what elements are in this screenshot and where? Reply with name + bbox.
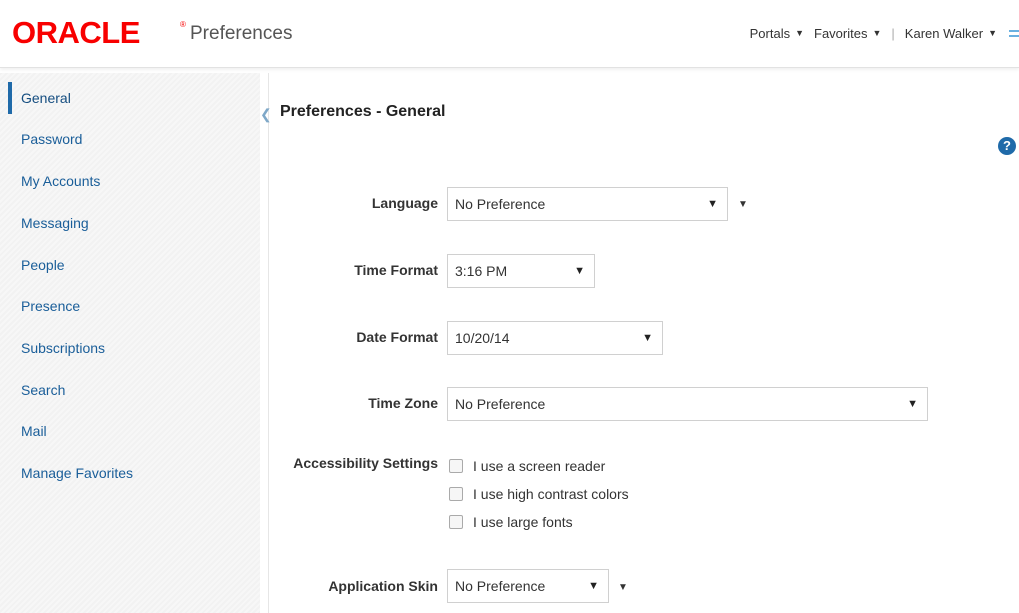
- dropdown-arrow-icon: ▼: [642, 332, 653, 344]
- accessibility-label: Accessibility Settings: [293, 455, 438, 471]
- sidebar-item-messaging[interactable]: Messaging: [0, 209, 260, 237]
- application-skin-select[interactable]: No Preference ▼: [447, 569, 609, 603]
- screen-reader-label: I use a screen reader: [473, 458, 606, 474]
- language-select[interactable]: No Preference ▼: [447, 187, 728, 221]
- sidebar-item-mail[interactable]: Mail: [0, 417, 260, 445]
- sidebar-item-general[interactable]: General: [0, 84, 260, 112]
- application-skin-value: No Preference: [455, 578, 546, 594]
- dropdown-arrow-icon: ▼: [707, 198, 718, 210]
- collapse-left-icon[interactable]: ❮: [260, 106, 272, 123]
- time-format-value: 3:16 PM: [455, 263, 508, 279]
- caret-down-icon: ▼: [872, 28, 882, 38]
- portals-label: Portals: [749, 25, 791, 41]
- app-title: Preferences: [190, 23, 293, 44]
- language-label: Language: [371, 195, 438, 211]
- portals-menu[interactable]: Portals ▼: [750, 26, 804, 41]
- time-zone-select[interactable]: No Preference ▼: [447, 387, 928, 421]
- nav-separator: |: [891, 25, 895, 41]
- high-contrast-label: I use high contrast colors: [473, 486, 629, 502]
- caret-down-icon: ▼: [795, 28, 805, 38]
- page-title: Preferences - General: [280, 103, 446, 120]
- sidebar-item-password[interactable]: Password: [0, 125, 260, 153]
- dropdown-arrow-icon: ▼: [588, 580, 599, 592]
- skin-options-caret-icon[interactable]: ▼: [618, 582, 628, 593]
- time-format-select[interactable]: 3:16 PM ▼: [447, 254, 595, 288]
- high-contrast-checkbox[interactable]: [449, 487, 463, 501]
- sidebar-item-search[interactable]: Search: [0, 376, 260, 404]
- registered-mark: ®: [180, 20, 186, 29]
- large-fonts-label: I use large fonts: [473, 514, 573, 530]
- time-zone-label: Time Zone: [368, 395, 438, 411]
- time-zone-value: No Preference: [455, 396, 546, 412]
- sidebar-item-presence[interactable]: Presence: [0, 292, 260, 320]
- sidebar-item-manage-favorites[interactable]: Manage Favorites: [0, 459, 260, 487]
- screen-reader-checkbox[interactable]: [449, 459, 463, 473]
- time-format-label: Time Format: [354, 262, 438, 278]
- oracle-logo: ORACLE: [12, 15, 140, 50]
- date-format-label: Date Format: [356, 329, 438, 345]
- date-format-value: 10/20/14: [455, 330, 510, 346]
- language-value: No Preference: [455, 196, 546, 212]
- toolbar-icon[interactable]: [1009, 29, 1019, 37]
- large-fonts-option: I use large fonts: [449, 513, 573, 531]
- application-skin-label: Application Skin: [328, 578, 438, 594]
- top-nav: Portals ▼ Favorites ▼ | Karen Walker ▼: [750, 24, 1019, 42]
- user-name-label: Karen Walker: [904, 25, 984, 41]
- sidebar-item-subscriptions[interactable]: Subscriptions: [0, 334, 260, 362]
- dropdown-arrow-icon: ▼: [907, 398, 918, 410]
- caret-down-icon: ▼: [988, 28, 997, 38]
- app-header: ORACLE ® Preferences Portals ▼ Favorites…: [0, 0, 1019, 68]
- favorites-label: Favorites: [814, 25, 868, 41]
- user-menu[interactable]: Karen Walker ▼: [905, 26, 997, 41]
- screen-reader-option: I use a screen reader: [449, 457, 605, 475]
- dropdown-arrow-icon: ▼: [574, 265, 585, 277]
- favorites-menu[interactable]: Favorites ▼: [814, 26, 881, 41]
- language-options-caret-icon[interactable]: ▼: [738, 199, 748, 210]
- help-icon[interactable]: ?: [998, 137, 1016, 155]
- sidebar-item-my-accounts[interactable]: My Accounts: [0, 167, 260, 195]
- date-format-select[interactable]: 10/20/14 ▼: [447, 321, 663, 355]
- large-fonts-checkbox[interactable]: [449, 515, 463, 529]
- sidebar-item-people[interactable]: People: [0, 251, 260, 279]
- high-contrast-option: I use high contrast colors: [449, 485, 629, 503]
